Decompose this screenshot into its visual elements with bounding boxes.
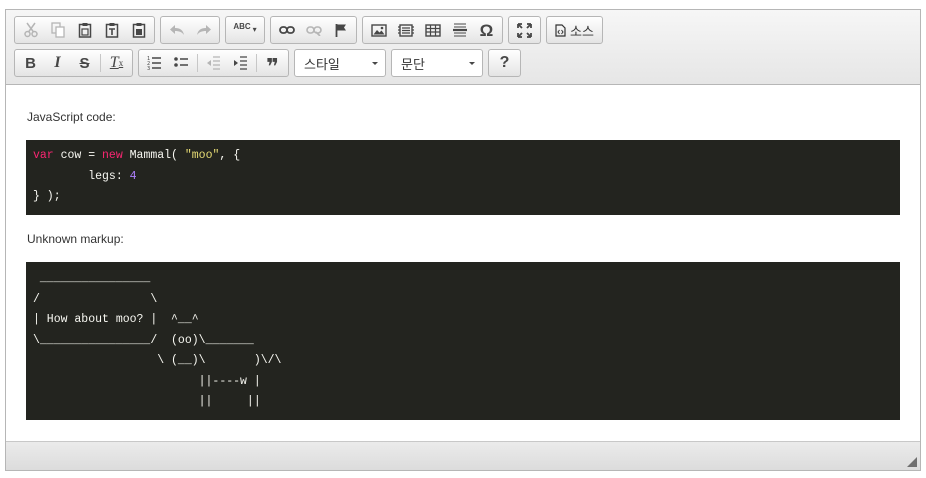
blockquote-button[interactable]: ❞ bbox=[259, 51, 286, 79]
number-literal: 4 bbox=[129, 169, 137, 183]
paste-text-button[interactable] bbox=[98, 18, 125, 42]
embed-icon bbox=[397, 23, 414, 37]
link-button[interactable] bbox=[273, 18, 300, 42]
links-group bbox=[270, 16, 357, 44]
unlink-icon bbox=[305, 26, 322, 36]
italic-icon: I bbox=[54, 54, 61, 71]
spellcheck-icon: ABC bbox=[233, 22, 251, 31]
image-button[interactable] bbox=[365, 18, 392, 42]
keyword-new: new bbox=[102, 149, 123, 162]
code-text: legs: bbox=[33, 169, 130, 183]
ascii-art-code-block[interactable]: ________________ / \ | How about moo? | … bbox=[26, 262, 900, 420]
paste-text-icon bbox=[105, 23, 118, 38]
horizontal-rule-button[interactable] bbox=[446, 18, 473, 42]
numbered-list-button[interactable]: 123 bbox=[141, 51, 168, 75]
bulleted-list-icon bbox=[174, 57, 188, 67]
maximize-button[interactable] bbox=[511, 18, 538, 42]
spellcheck-group: ABC ▾ bbox=[225, 16, 265, 44]
unlink-button[interactable] bbox=[300, 18, 327, 42]
numbered-list-icon: 123 bbox=[147, 56, 161, 70]
help-group: ? bbox=[488, 49, 521, 77]
paste-icon bbox=[78, 23, 91, 38]
javascript-code-block[interactable]: var cow = new Mammal( "moo", { legs: 4 }… bbox=[26, 140, 900, 215]
omega-icon: Ω bbox=[479, 20, 494, 40]
redo-button[interactable] bbox=[190, 18, 217, 42]
image-icon bbox=[370, 23, 387, 37]
paste-word-icon bbox=[132, 23, 145, 38]
editor-toolbar: ABC ▾ Ω 소스 B I S T x 1 2 3 ❞ 스타일 문단 ? bbox=[6, 10, 920, 85]
italic-button[interactable]: I bbox=[44, 51, 71, 75]
redo-icon bbox=[196, 25, 211, 35]
toolbar-row-2: B I S Tx 123 ❞ 스타일 문단 ? bbox=[14, 49, 526, 79]
toolbar-separator bbox=[197, 54, 198, 72]
remove-format-icon: T bbox=[109, 54, 119, 71]
copy-icon bbox=[50, 22, 65, 38]
toolbar-separator bbox=[100, 54, 101, 72]
anchor-button[interactable] bbox=[327, 18, 354, 42]
paragraph-group: 123 ❞ bbox=[138, 49, 289, 79]
embed-button[interactable] bbox=[392, 18, 419, 42]
editor-content-area[interactable]: JavaScript code: var cow = new Mammal( "… bbox=[6, 86, 920, 440]
paste-button[interactable] bbox=[71, 18, 98, 42]
string-literal: "moo" bbox=[184, 149, 220, 162]
help-icon: ? bbox=[499, 54, 510, 71]
insert-group: Ω bbox=[362, 16, 503, 44]
table-icon bbox=[424, 23, 441, 37]
anchor-flag-icon bbox=[335, 23, 346, 37]
resize-handle-icon[interactable] bbox=[907, 457, 917, 467]
bold-icon: B bbox=[25, 54, 36, 72]
toolbar-row-1: ABC ▾ Ω 소스 bbox=[14, 16, 608, 44]
decrease-indent-button[interactable] bbox=[200, 51, 227, 75]
rich-text-editor: ABC ▾ Ω 소스 B I S T x 1 2 3 ❞ 스타일 문단 ? Ja… bbox=[5, 9, 921, 471]
basic-styles-group: B I S Tx bbox=[14, 49, 133, 77]
chevron-down-icon: ▾ bbox=[252, 25, 257, 34]
style-combo-label: 스타일 bbox=[304, 56, 340, 72]
spellcheck-button[interactable]: ABC ▾ bbox=[228, 18, 262, 42]
format-combo[interactable]: 문단 bbox=[391, 49, 483, 77]
toolbar-separator bbox=[256, 54, 257, 72]
unknown-markup-label: Unknown markup: bbox=[27, 232, 124, 246]
special-character-button[interactable]: Ω bbox=[473, 18, 500, 42]
increase-indent-icon bbox=[234, 56, 247, 70]
cut-icon bbox=[23, 22, 38, 38]
blockquote-icon: ❞ bbox=[266, 54, 279, 79]
format-combo-label: 문단 bbox=[401, 56, 425, 72]
maximize-group bbox=[508, 16, 541, 44]
history-group bbox=[160, 16, 220, 44]
svg-text:3: 3 bbox=[147, 66, 150, 70]
strikethrough-icon: S bbox=[79, 54, 90, 72]
horizontal-rule-icon bbox=[452, 23, 467, 37]
source-button[interactable]: 소스 bbox=[549, 18, 600, 42]
bulleted-list-button[interactable] bbox=[168, 51, 195, 75]
remove-format-button[interactable]: Tx bbox=[103, 51, 130, 75]
code-text: , { bbox=[219, 149, 241, 162]
copy-button[interactable] bbox=[44, 18, 71, 42]
code-text: Mammal( bbox=[122, 149, 185, 162]
increase-indent-button[interactable] bbox=[227, 51, 254, 75]
bold-button[interactable]: B bbox=[17, 51, 44, 75]
undo-icon bbox=[169, 25, 184, 35]
decrease-indent-icon bbox=[207, 56, 220, 70]
cut-button[interactable] bbox=[17, 18, 44, 42]
table-button[interactable] bbox=[419, 18, 446, 42]
strikethrough-button[interactable]: S bbox=[71, 51, 98, 75]
link-icon bbox=[278, 26, 295, 34]
source-group: 소스 bbox=[546, 16, 603, 44]
maximize-icon bbox=[517, 22, 532, 38]
undo-button[interactable] bbox=[163, 18, 190, 42]
clipboard-group bbox=[14, 16, 155, 44]
code-text: cow = bbox=[53, 149, 103, 162]
code-text: } ); bbox=[33, 190, 61, 203]
javascript-code-label: JavaScript code: bbox=[27, 110, 116, 124]
chevron-down-icon bbox=[469, 61, 475, 65]
source-label: 소스 bbox=[570, 23, 594, 39]
help-button[interactable]: ? bbox=[491, 51, 518, 75]
paste-word-button[interactable] bbox=[125, 18, 152, 42]
editor-status-bar bbox=[6, 441, 920, 470]
chevron-down-icon bbox=[372, 61, 378, 65]
remove-format-x-icon: x bbox=[118, 57, 124, 68]
source-icon bbox=[555, 23, 566, 37]
style-combo[interactable]: 스타일 bbox=[294, 49, 386, 77]
keyword-var: var bbox=[33, 149, 54, 162]
